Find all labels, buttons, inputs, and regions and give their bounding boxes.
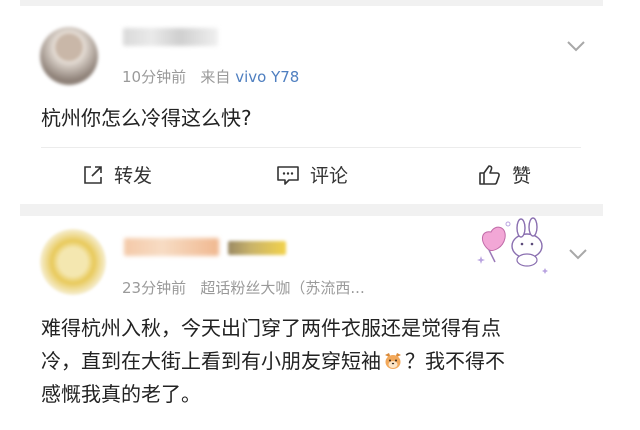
post-card-2[interactable]: 23分钟前 超话粉丝大咖（苏流西... 难得杭州入秋，今天出门穿了两件衣服还是觉… [20,216,603,430]
share-icon [84,165,102,184]
username-blurred[interactable] [124,238,219,256]
like-button[interactable]: 赞 [478,161,531,188]
post-meta: 10分钟前 来自 vivo Y78 [122,66,299,87]
comment-icon [277,165,299,185]
chevron-down-icon[interactable] [566,40,586,52]
dog-face-emoji-icon [385,353,401,369]
comment-button[interactable]: 评论 [276,161,348,188]
source-model[interactable]: vivo Y78 [235,68,299,86]
post-text-line: 难得杭州入秋，今天出门穿了两件衣服还是觉得有点 [41,316,501,340]
chevron-down-icon[interactable] [568,248,588,260]
comment-label: 评论 [310,165,349,187]
repost-button[interactable]: 转发 [82,161,152,188]
avatar[interactable] [40,229,106,295]
post-text-line: 冷，直到在大街上看到有小朋友穿短袖 ？我不得不 [41,345,505,378]
post-card-1[interactable]: 10分钟前 来自 vivo Y78 杭州你怎么冷得这么快? 转发 评论 赞 [20,6,603,206]
feed-separator [20,204,603,216]
post-text-line: 感慨我真的老了。 [41,382,201,406]
fan-badge-blurred [228,241,286,255]
post-time: 23分钟前 [122,279,187,297]
post-text-segment: 冷，直到在大街上看到有小朋友穿短袖 [41,349,381,373]
username-blurred[interactable] [123,28,218,46]
post-time: 10分钟前 [122,68,187,86]
source-label: 来自 [200,68,231,86]
repost-label: 转发 [114,165,153,187]
avatar[interactable] [40,27,98,85]
post-meta: 23分钟前 超话粉丝大咖（苏流西... [122,277,365,298]
divider [41,147,581,148]
bunny-heart-sticker [477,217,548,274]
post-text: 难得杭州入秋，今天出门穿了两件衣服还是觉得有点 冷，直到在大街上看到有小朋友穿短… [41,312,505,411]
thumbs-up-icon [479,164,500,185]
post-text: 杭州你怎么冷得这么快? [41,106,252,130]
super-topic-badge[interactable]: 超话粉丝大咖（苏流西... [200,279,364,297]
post-text-segment: ？我不得不 [405,349,505,373]
like-label: 赞 [512,165,532,187]
